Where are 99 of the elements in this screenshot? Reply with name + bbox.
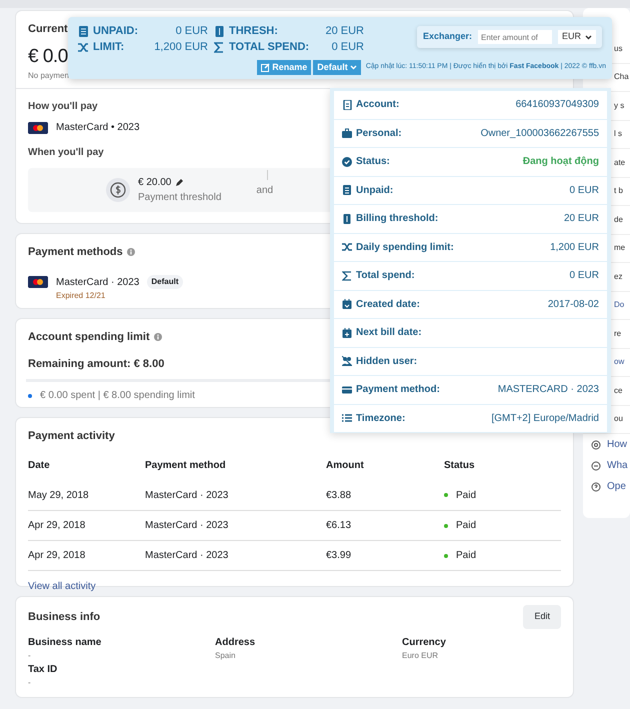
pencil-icon[interactable] bbox=[175, 178, 184, 186]
receipt-icon bbox=[78, 26, 89, 36]
sigma-icon bbox=[214, 42, 225, 52]
sigma-icon bbox=[342, 270, 352, 281]
table-cell: €3.88 bbox=[326, 480, 444, 510]
caret-icon bbox=[350, 65, 357, 70]
stat-label: TOTAL SPEND: bbox=[229, 40, 310, 55]
info-label: Payment method: bbox=[356, 383, 440, 398]
table-cell: MasterCard · 2023 bbox=[145, 510, 326, 540]
view-all-link[interactable]: View all activity bbox=[28, 579, 96, 594]
column-header: Payment method bbox=[145, 450, 326, 480]
exchanger-label: Exchanger: bbox=[422, 30, 472, 44]
stat-value: 20 EUR bbox=[324, 24, 364, 39]
section-label: How you'll pay bbox=[28, 100, 98, 114]
credit-card-icon bbox=[342, 384, 352, 395]
stat-label: THRESH: bbox=[229, 24, 278, 39]
info-label: Total spend: bbox=[356, 269, 415, 284]
status-text: Paid bbox=[456, 488, 476, 503]
info-label: Status: bbox=[356, 155, 390, 170]
field-label: Address bbox=[215, 636, 256, 650]
info-label: Timezone: bbox=[356, 412, 406, 426]
amount-field[interactable]: Enter amount of bbox=[478, 30, 552, 44]
edit-button[interactable]: Edit bbox=[523, 605, 561, 628]
info-label: Billing threshold: bbox=[356, 212, 438, 226]
shuffle-icon bbox=[342, 242, 352, 252]
remaining-amount: Remaining amount: € 8.00 bbox=[28, 356, 164, 372]
caret-icon bbox=[585, 34, 592, 40]
mastercard-icon bbox=[28, 122, 48, 134]
status-dot-icon bbox=[444, 524, 448, 528]
threshold-label: Payment threshold bbox=[138, 191, 222, 205]
edit-icon bbox=[261, 63, 270, 72]
check-circle-icon bbox=[342, 156, 352, 167]
help-link[interactable]: How bbox=[607, 437, 628, 452]
column-header: Status bbox=[444, 459, 476, 473]
currency-select[interactable]: EUR bbox=[558, 30, 596, 44]
shuffle-icon bbox=[78, 42, 89, 52]
status-text: Paid bbox=[456, 549, 476, 563]
calendar-icon bbox=[342, 299, 352, 310]
card-title: Account spending limit bbox=[28, 330, 150, 345]
status-text: Paid bbox=[456, 519, 476, 533]
table-cell: MasterCard · 2023 bbox=[145, 480, 326, 510]
help-link[interactable]: Ope bbox=[607, 479, 626, 494]
card-name: MasterCard · 2023 bbox=[56, 276, 140, 290]
stat-value: 1,200 EUR bbox=[154, 40, 208, 55]
section-label: When you'll pay bbox=[28, 146, 104, 160]
list-icon bbox=[342, 413, 352, 424]
field-label: Tax ID bbox=[28, 662, 58, 676]
info-label: Personal: bbox=[356, 126, 402, 141]
briefcase-icon bbox=[342, 128, 352, 138]
status-dot-icon bbox=[444, 493, 448, 498]
info-label: Hidden user: bbox=[356, 354, 418, 369]
column-header: Amount bbox=[326, 450, 444, 480]
field-value: - bbox=[28, 650, 32, 662]
balance-amount: € 0.0 bbox=[28, 44, 68, 68]
info-label: Daily spending limit: bbox=[356, 240, 454, 255]
card-title: Current bbox=[28, 22, 68, 37]
field-label: Business name bbox=[28, 636, 102, 650]
help-icon bbox=[591, 440, 601, 450]
field-value: Euro EUR bbox=[402, 650, 440, 662]
field-value: Spain bbox=[215, 650, 236, 662]
table-cell: MasterCard · 2023 bbox=[145, 540, 326, 570]
default-badge: Default bbox=[147, 275, 182, 289]
card-title: Business info bbox=[28, 610, 100, 624]
threshold-amount: € 20.00 bbox=[138, 176, 172, 190]
spending-detail: € 0.00 spent | € 8.00 spending limit bbox=[40, 389, 195, 403]
calendar-icon bbox=[342, 328, 352, 338]
card-name: MasterCard • 2023 bbox=[56, 121, 140, 135]
table-cell: €6.13 bbox=[326, 510, 444, 540]
status-dot-icon bbox=[444, 554, 448, 558]
stat-value: 0 EUR bbox=[174, 24, 208, 39]
column-header: Date bbox=[28, 459, 51, 473]
field-value: - bbox=[28, 676, 32, 688]
payment-note: No paymen bbox=[28, 70, 69, 82]
stat-label: UNPAID: bbox=[93, 24, 138, 39]
table-cell: Apr 29, 2018 bbox=[28, 540, 145, 570]
card-title: Payment methods bbox=[28, 245, 123, 260]
info-icon[interactable] bbox=[154, 333, 162, 342]
info-label: Created date: bbox=[356, 298, 420, 312]
stat-value: 0 EUR bbox=[330, 40, 364, 55]
table-cell: May 29, 2018 bbox=[28, 480, 145, 510]
mastercard-icon bbox=[28, 276, 48, 288]
table-cell: Apr 29, 2018 bbox=[28, 510, 145, 540]
info-label: Account: bbox=[356, 98, 400, 112]
card-title: Payment activity bbox=[28, 429, 115, 444]
table-cell: €3.99 bbox=[326, 540, 444, 570]
joiner-text: and bbox=[256, 184, 274, 198]
dollar-icon bbox=[106, 178, 130, 202]
info-label: Next bill date: bbox=[356, 326, 422, 340]
info-icon[interactable] bbox=[126, 248, 135, 256]
minus-icon bbox=[591, 460, 601, 470]
users-icon bbox=[342, 356, 352, 366]
bullet-icon bbox=[28, 394, 32, 398]
question-icon bbox=[591, 482, 601, 492]
help-link[interactable]: Wha bbox=[607, 458, 628, 473]
expiry-text: Expired 12/21 bbox=[56, 290, 106, 302]
field-label: Currency bbox=[402, 636, 447, 650]
info-label: Unpaid: bbox=[356, 184, 394, 198]
receipt-icon bbox=[342, 185, 352, 196]
stat-label: LIMIT: bbox=[93, 40, 124, 55]
